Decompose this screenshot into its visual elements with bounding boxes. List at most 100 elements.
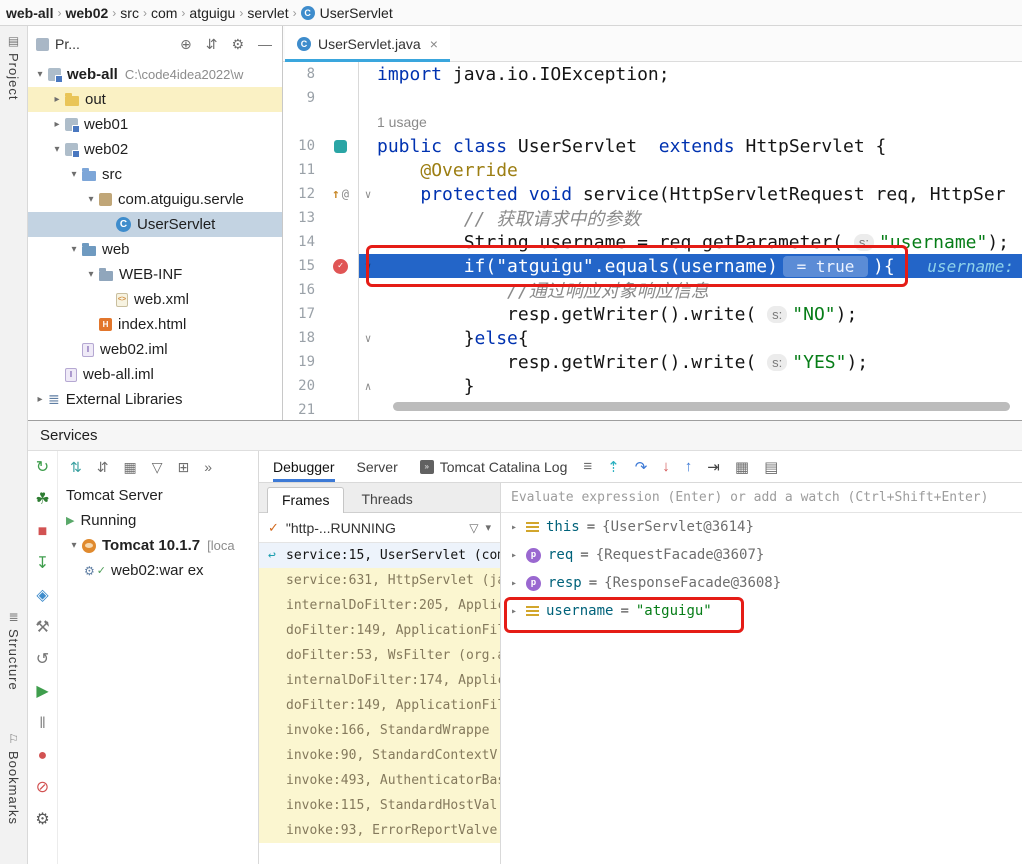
expand-chevron-icon[interactable]: ▸ [509,550,519,561]
fold-icon[interactable]: ∨ [359,332,377,345]
code-line-content[interactable]: resp.getWriter().write( s:"NO"); [359,302,1022,326]
more-icon[interactable]: » [204,459,212,475]
code-line-content[interactable]: ∨ if("atguigu".equals(username) = true )… [359,254,1022,278]
tree-chevron-icon[interactable]: ▾ [49,144,65,155]
tree-chevron-icon[interactable]: ▾ [83,269,99,280]
tree-chevron-icon[interactable]: ▾ [66,540,82,551]
collapse-all-icon[interactable]: ⇵ [206,36,218,53]
tab-frames[interactable]: Frames [267,487,344,513]
class-marker-icon[interactable] [334,140,347,153]
view-breakpoints-icon[interactable]: ▦ [735,458,749,476]
stack-frame[interactable]: invoke:93, ErrorReportValve [259,818,500,843]
tree-chevron-icon[interactable]: ▸ [49,119,65,130]
expand-chevron-icon[interactable]: ▸ [509,578,519,589]
tree-item-web[interactable]: ▾web [28,237,282,262]
tree-item-out[interactable]: ▸out [28,87,282,112]
usage-inlay[interactable]: 1 usage [377,114,427,130]
tree-chevron-icon[interactable]: ▾ [32,69,48,80]
services-config-icon[interactable]: ◈ [36,587,48,605]
tab-debugger[interactable]: Debugger [273,451,335,482]
variable-row-req[interactable]: ▸preq = {RequestFacade@3607} [501,541,1022,569]
stack-frame[interactable]: invoke:90, StandardContextV [259,743,500,768]
tree-chevron-icon[interactable]: ▾ [83,194,99,205]
code-line-content[interactable]: ∧ } [359,374,1022,398]
stack-frame[interactable]: doFilter:53, WsFilter (org.apa [259,643,500,668]
code-line-16[interactable]: 16 //通过响应对象响应信息 [283,278,1022,302]
stack-frame[interactable]: invoke:115, StandardHostVal [259,793,500,818]
thread-selector[interactable]: ✓ "http-...RUNNING ▽ ▾ [259,513,500,543]
step-out-icon[interactable]: ↑ [685,458,693,476]
stripe-button-bookmarks[interactable]: ⚐ Bookmarks [0,732,27,825]
stack-frame[interactable]: service:631, HttpServlet (jaka [259,568,500,593]
expand-all-icon[interactable]: ⇅ [70,459,82,476]
breadcrumb-item-userservlet[interactable]: CUserServlet [301,5,393,21]
tree-item-web-all-iml[interactable]: Iweb-all.iml [28,362,282,387]
run-to-cursor-icon[interactable]: ⇥ [707,458,720,476]
stack-frame[interactable]: invoke:166, StandardWrappe [259,718,500,743]
add-service-icon[interactable]: ⊞ [177,459,189,476]
code-line-content[interactable]: ∨ protected void service(HttpServletRequ… [359,182,1022,206]
deploy-icon[interactable]: ↧ [36,555,49,573]
tree-item-external-libraries[interactable]: ▸≣External Libraries [28,387,282,412]
soft-wrap-icon[interactable]: ≡ [583,458,592,476]
code-line-11[interactable]: 11 @Override [283,158,1022,182]
code-line-15[interactable]: 15✓∨ if("atguigu".equals(username) = tru… [283,254,1022,278]
stop-icon[interactable]: ■ [38,523,48,541]
stack-frame[interactable]: doFilter:149, ApplicationFilte [259,693,500,718]
code-line-content[interactable]: //通过响应对象响应信息 [359,278,1022,302]
stack-frame[interactable]: internalDoFilter:174, Applicat [259,668,500,693]
collapse-all-icon[interactable]: ⇵ [97,459,109,476]
services-item-running[interactable]: ▶Running [58,508,258,533]
expand-chevron-icon[interactable]: ▸ [509,522,519,533]
evaluate-expression-bar[interactable]: Evaluate expression (Enter) or add a wat… [501,483,1022,513]
step-over-icon[interactable]: ↷ [635,458,648,476]
breadcrumb-item-web-all[interactable]: web-all [6,5,53,21]
filter-icon[interactable]: ▽ [152,459,163,476]
refresh-icon[interactable]: ↺ [36,651,49,669]
step-into-icon[interactable]: ↓ [662,458,670,476]
tab-tomcat-catalina-log[interactable]: »Tomcat Catalina Log [420,451,568,482]
tree-item-web02[interactable]: ▾web02 [28,137,282,162]
override-marker-icon[interactable]: ↑ [332,187,340,202]
restore-layout-icon[interactable]: ▤ [764,458,778,476]
resume-icon[interactable]: ▶ [36,683,48,701]
code-line-13[interactable]: 13 // 获取请求中的参数 [283,206,1022,230]
pause-icon[interactable]: ‖ [39,715,46,733]
tree-item-index-html[interactable]: Hindex.html [28,312,282,337]
stack-frame[interactable]: invoke:493, AuthenticatorBas [259,768,500,793]
filter-icon[interactable]: ▽ [469,521,478,535]
services-item-web02-war-ex[interactable]: ⚙✓web02:war ex [58,558,258,583]
tree-item-com-atguigu-servle[interactable]: ▾com.atguigu.servle [28,187,282,212]
code-line-content[interactable]: import java.io.IOException; [359,62,1022,86]
code-line-content[interactable]: ∨ }else{ [359,326,1022,350]
tree-item-src[interactable]: ▾src [28,162,282,187]
fold-icon[interactable]: ∨ [359,188,377,201]
code-line-12[interactable]: 12↑@∨ protected void service(HttpServlet… [283,182,1022,206]
variable-row-username[interactable]: ▸username = "atguigu" [501,597,1022,625]
code-line-content[interactable]: // 获取请求中的参数 [359,206,1022,230]
stack-frame[interactable]: ↩service:15, UserServlet (com. [259,543,500,568]
code-line-content[interactable]: public class UserServlet extends HttpSer… [359,134,1022,158]
code-line-20[interactable]: 20∧ } [283,374,1022,398]
editor-tab-userservlet[interactable]: C UserServlet.java × [285,26,450,61]
wrench-icon[interactable]: ⚒ [35,619,49,637]
code-area[interactable]: 8import java.io.IOException;91 usage10pu… [283,62,1022,420]
services-item-tomcat-10-1-7[interactable]: ▾Tomcat 10.1.7[loca [58,533,258,558]
settings-gear-icon[interactable]: ⚙ [35,811,49,829]
breadcrumb-item-atguigu[interactable]: atguigu [189,5,235,21]
breakpoint-icon[interactable]: ✓ [333,259,348,274]
tree-item-web02-iml[interactable]: Iweb02.iml [28,337,282,362]
code-line-10[interactable]: 10public class UserServlet extends HttpS… [283,134,1022,158]
stripe-button-project[interactable]: ▤ Project [0,34,27,100]
tab-server[interactable]: Server [357,451,398,482]
debug-icon[interactable]: ☘ [35,491,49,509]
tree-chevron-icon[interactable]: ▾ [66,169,82,180]
expand-chevron-icon[interactable]: ▸ [509,606,519,617]
tree-chevron-icon[interactable]: ▾ [66,244,82,255]
tree-item-web-all[interactable]: ▾web-allC:\code4idea2022\w [28,62,282,87]
variable-row-this[interactable]: ▸this = {UserServlet@3614} [501,513,1022,541]
services-item-tomcat-server[interactable]: Tomcat Server [58,483,258,508]
code-line-8[interactable]: 8import java.io.IOException; [283,62,1022,86]
tree-item-userservlet[interactable]: CUserServlet [28,212,282,237]
code-line-content[interactable]: 1 usage [359,110,1022,134]
